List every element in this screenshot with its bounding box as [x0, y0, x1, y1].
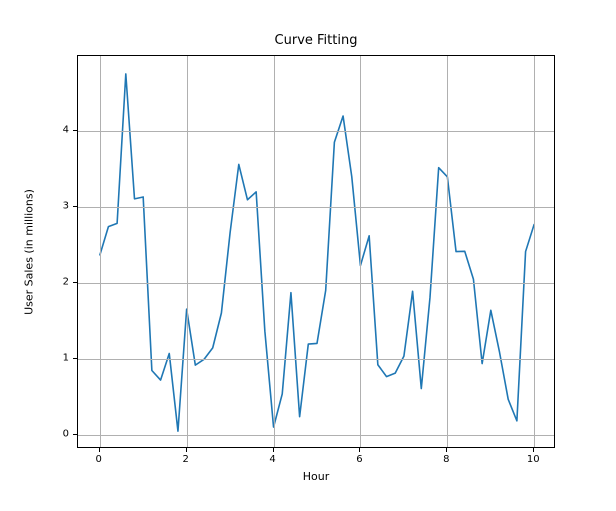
- y-tick: [73, 130, 77, 131]
- y-gridline: [78, 131, 554, 132]
- x-axis-label: Hour: [303, 470, 330, 483]
- y-axis-label: User Sales (in millions): [23, 189, 36, 315]
- chart-axes: [77, 55, 555, 448]
- x-gridline: [187, 56, 188, 447]
- x-tick-label: 4: [269, 454, 275, 465]
- x-tick-label: 2: [182, 454, 188, 465]
- series-1-line: [100, 74, 535, 431]
- x-tick: [446, 448, 447, 452]
- y-tick-label: 2: [63, 276, 69, 287]
- chart-title: Curve Fitting: [275, 33, 358, 48]
- y-tick-label: 4: [63, 124, 69, 135]
- x-tick: [186, 448, 187, 452]
- x-gridline: [100, 56, 101, 447]
- y-gridline: [78, 207, 554, 208]
- x-tick: [273, 448, 274, 452]
- y-tick: [73, 358, 77, 359]
- y-tick: [73, 434, 77, 435]
- x-tick: [533, 448, 534, 452]
- x-gridline: [447, 56, 448, 447]
- x-tick-label: 8: [443, 454, 449, 465]
- y-tick: [73, 282, 77, 283]
- y-gridline: [78, 435, 554, 436]
- x-gridline: [534, 56, 535, 447]
- y-tick-label: 1: [63, 352, 69, 363]
- y-tick-label: 0: [63, 429, 69, 440]
- y-tick-label: 3: [63, 200, 69, 211]
- x-tick-label: 10: [527, 454, 540, 465]
- x-tick-label: 6: [356, 454, 362, 465]
- y-gridline: [78, 359, 554, 360]
- x-tick: [359, 448, 360, 452]
- x-tick-label: 0: [96, 454, 102, 465]
- x-gridline: [274, 56, 275, 447]
- y-gridline: [78, 283, 554, 284]
- chart-plot-area: [78, 56, 556, 449]
- chart-figure: Curve Fitting Hour User Sales (in millio…: [0, 0, 616, 511]
- x-tick: [99, 448, 100, 452]
- x-gridline: [360, 56, 361, 447]
- y-tick: [73, 206, 77, 207]
